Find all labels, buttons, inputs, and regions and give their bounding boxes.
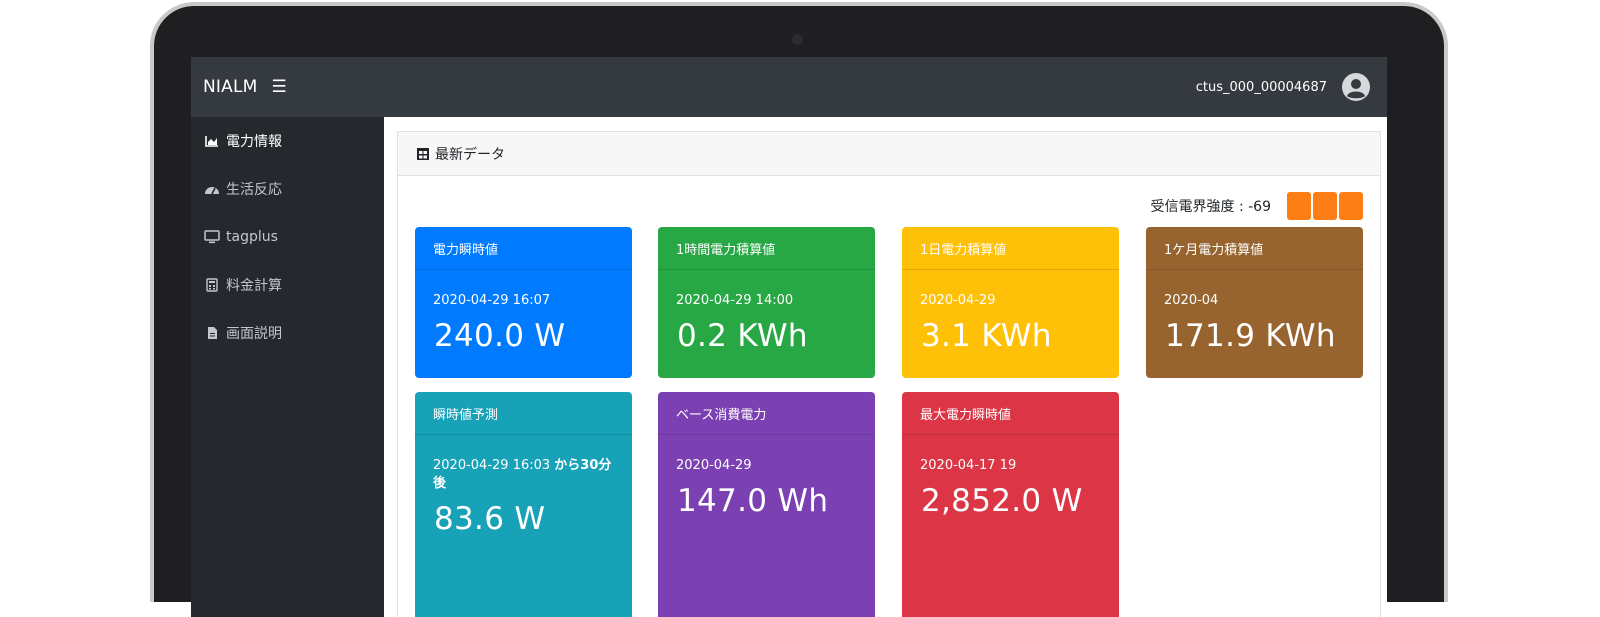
tile-hourly-energy: 1時間電力積算値 2020-04-29 14:00 0.2 KWh xyxy=(658,227,875,378)
signal-strength: 受信電界強度 : -69 xyxy=(1151,192,1363,220)
user-circle-icon[interactable] xyxy=(1341,72,1371,102)
brand-logo[interactable]: NIALM xyxy=(203,77,258,97)
tile-value: 0.2 KWh xyxy=(677,318,808,354)
tile-value: 171.9 KWh xyxy=(1165,318,1336,354)
sidebar-item-label: 電力情報 xyxy=(226,134,282,150)
table-icon xyxy=(417,147,429,160)
signal-strength-label: 受信電界強度 : -69 xyxy=(1150,199,1271,215)
sidebar-item-label: 生活反応 xyxy=(226,182,282,198)
tile-max-instant-power: 最大電力瞬時値 2020-04-17 19 2,852.0 W xyxy=(902,392,1119,617)
calculator-icon xyxy=(204,277,220,293)
top-navbar: NIALM ☰ ctus_000_00004687 xyxy=(191,57,1387,117)
signal-bar-2 xyxy=(1313,192,1337,220)
sidebar: 電力情報 生活反応 tagplus 料金計算 画面説明 xyxy=(191,117,384,617)
tile-title: ベース消費電力 xyxy=(658,392,875,435)
monitor-icon xyxy=(204,229,220,245)
tile-date: 2020-04-29 14:00 xyxy=(676,293,794,308)
tile-value: 147.0 Wh xyxy=(677,483,829,519)
tile-title: 1時間電力積算値 xyxy=(658,227,875,270)
tile-date: 2020-04-17 19 xyxy=(920,458,1017,473)
tile-daily-energy: 1日電力積算値 2020-04-29 3.1 KWh xyxy=(902,227,1119,378)
app-screen: NIALM ☰ ctus_000_00004687 電力情報 生活反応 tagp… xyxy=(191,57,1387,617)
camera-dot xyxy=(792,34,803,45)
hamburger-icon[interactable]: ☰ xyxy=(272,77,287,97)
sidebar-item-life-reaction[interactable]: 生活反応 xyxy=(191,165,384,213)
tile-title: 1ケ月電力積算値 xyxy=(1146,227,1363,270)
gauge-icon xyxy=(204,181,220,197)
card-title: 最新データ xyxy=(435,146,505,163)
sidebar-item-screen-help[interactable]: 画面説明 xyxy=(191,309,384,357)
tile-base-consumption: ベース消費電力 2020-04-29 147.0 Wh xyxy=(658,392,875,617)
tile-date: 2020-04-29 xyxy=(676,458,752,473)
laptop-frame: NIALM ☰ ctus_000_00004687 電力情報 生活反応 tagp… xyxy=(150,2,1448,617)
tile-title: 1日電力積算値 xyxy=(902,227,1119,270)
signal-bar-1 xyxy=(1287,192,1311,220)
document-icon xyxy=(204,325,220,341)
sidebar-item-tagplus[interactable]: tagplus xyxy=(191,213,384,261)
sidebar-item-label: 料金計算 xyxy=(226,278,282,294)
main-content: 最新データ 受信電界強度 : -69 電力瞬時値 2020-04-29 16:0… xyxy=(384,117,1387,617)
sidebar-item-label: 画面説明 xyxy=(226,326,282,342)
tile-title: 最大電力瞬時値 xyxy=(902,392,1119,435)
tile-value: 240.0 W xyxy=(434,318,566,354)
username-label: ctus_000_00004687 xyxy=(1195,79,1327,95)
tile-date: 2020-04-29 16:03 から30分後 xyxy=(415,457,632,493)
tile-value: 2,852.0 W xyxy=(921,483,1083,519)
tile-date: 2020-04-29 xyxy=(920,293,996,308)
navbar-right: ctus_000_00004687 xyxy=(1196,72,1371,102)
tile-title: 電力瞬時値 xyxy=(415,227,632,270)
tile-value: 3.1 KWh xyxy=(921,318,1052,354)
tile-instant-power: 電力瞬時値 2020-04-29 16:07 240.0 W xyxy=(415,227,632,378)
tile-title: 瞬時値予測 xyxy=(415,392,632,435)
card-header: 最新データ xyxy=(398,132,1380,176)
area-chart-icon xyxy=(204,133,220,149)
tile-date: 2020-04-29 16:07 xyxy=(433,293,551,308)
sidebar-item-power-info[interactable]: 電力情報 xyxy=(191,117,384,165)
tile-value: 83.6 W xyxy=(434,501,546,537)
tile-date-text: 2020-04-29 16:03 xyxy=(433,458,551,473)
latest-data-card: 最新データ 受信電界強度 : -69 電力瞬時値 2020-04-29 16:0… xyxy=(397,131,1381,617)
sidebar-item-label: tagplus xyxy=(226,229,278,245)
tile-instant-forecast: 瞬時値予測 2020-04-29 16:03 から30分後 83.6 W xyxy=(415,392,632,617)
signal-bar-3 xyxy=(1339,192,1363,220)
tile-monthly-energy: 1ケ月電力積算値 2020-04 171.9 KWh xyxy=(1146,227,1363,378)
tile-date: 2020-04 xyxy=(1164,293,1219,308)
sidebar-item-fee-calc[interactable]: 料金計算 xyxy=(191,261,384,309)
